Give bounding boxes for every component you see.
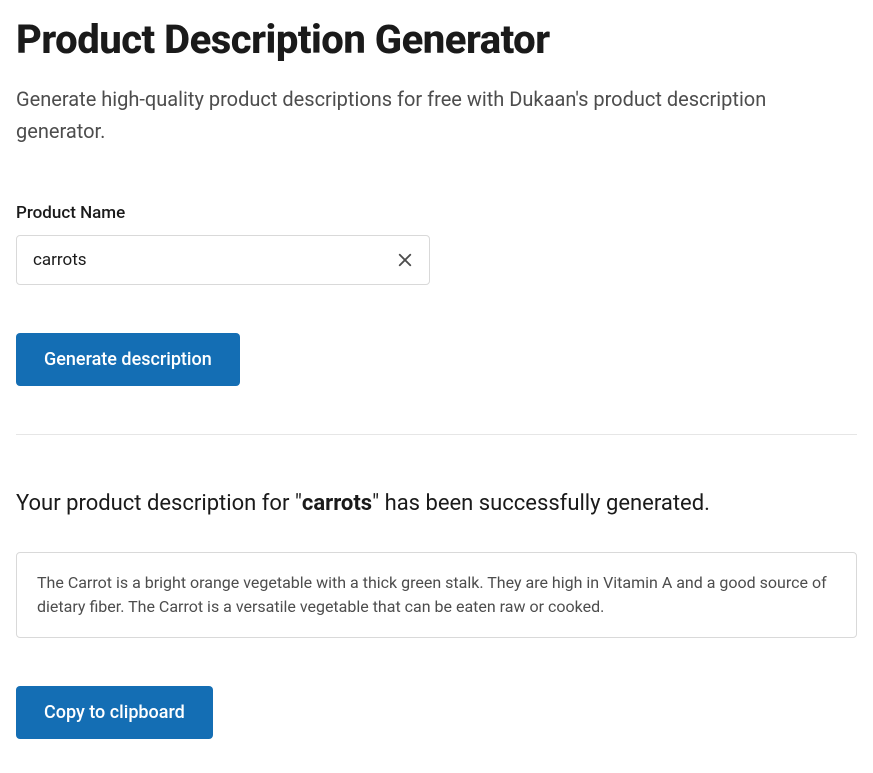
- page-title: Product Description Generator: [16, 16, 857, 63]
- success-message: Your product description for "carrots" h…: [16, 491, 857, 516]
- success-product-name: carrots: [302, 491, 372, 516]
- divider: [16, 434, 857, 435]
- product-name-input[interactable]: [16, 235, 430, 285]
- success-suffix: " has been successfully generated.: [372, 491, 710, 516]
- product-input-wrapper: [16, 235, 430, 285]
- success-prefix: Your product description for ": [16, 491, 302, 516]
- product-name-label: Product Name: [16, 203, 857, 223]
- copy-button[interactable]: Copy to clipboard: [16, 686, 213, 739]
- page-subtitle: Generate high-quality product descriptio…: [16, 83, 857, 147]
- close-icon: [396, 251, 414, 269]
- generate-button[interactable]: Generate description: [16, 333, 240, 386]
- clear-input-button[interactable]: [392, 247, 418, 273]
- description-box: The Carrot is a bright orange vegetable …: [16, 552, 857, 638]
